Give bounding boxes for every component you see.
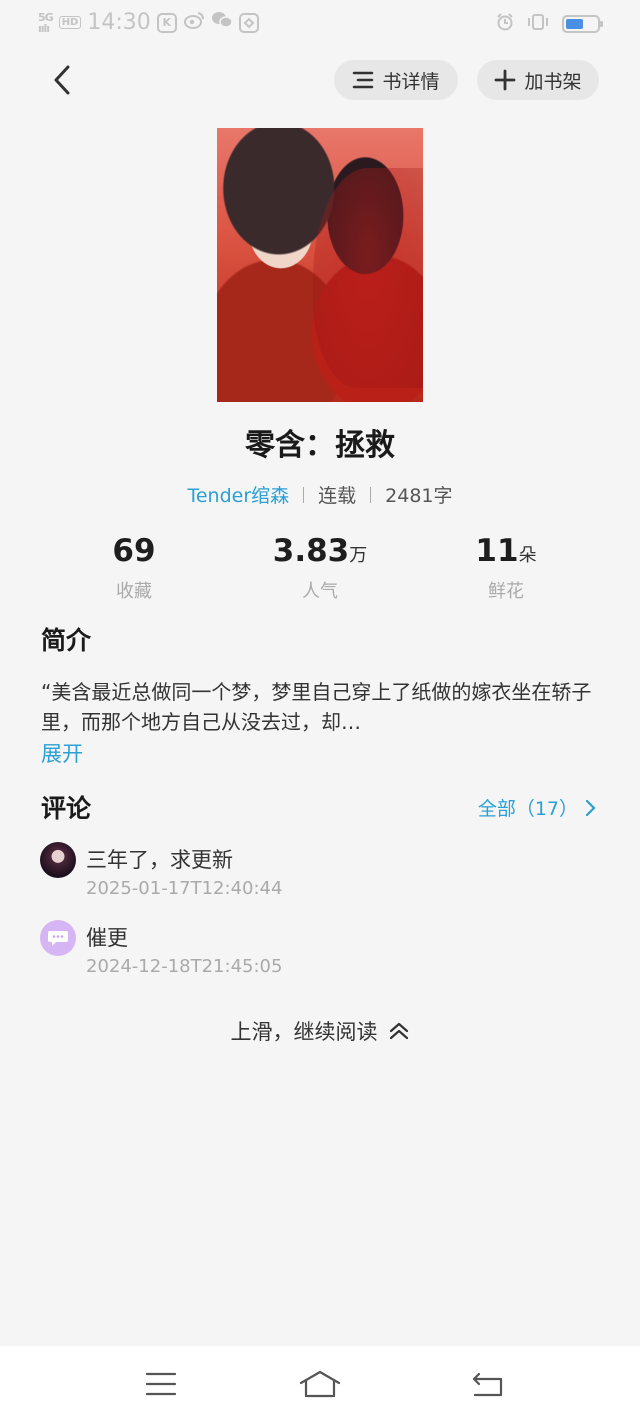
continue-reading-label: 上滑，继续阅读 [230,1020,378,1044]
plus-icon [495,69,516,91]
word-count: 2481字 [385,485,453,507]
divider [303,486,305,503]
status-time: 14:30 [87,10,151,35]
app-icon [238,12,259,33]
add-to-shelf-label: 加书架 [524,70,582,93]
comment-text: 催更 [86,926,128,950]
stat-label: 收藏 [116,581,152,602]
signal-icon: 5G ıılı [38,10,54,35]
status-left: 5G ıılı HD 14:30 K [38,10,259,35]
chevron-right-icon [585,799,596,816]
book-title: 零含：拯救 [245,428,395,463]
vibrate-icon [526,13,550,35]
chevron-left-icon [54,65,70,95]
expand-link[interactable]: 展开 [41,738,83,768]
recent-apps-button[interactable] [131,1364,191,1404]
book-details-button[interactable]: 书详情 [334,60,458,100]
avatar[interactable] [40,842,76,878]
book-details-label: 书详情 [382,70,440,93]
add-to-shelf-button[interactable]: 加书架 [477,60,599,100]
intro-text: “美含最近总做同一个梦，梦里自己穿上了纸做的嫁衣坐在轿子里，而那个地方自己从没去… [41,680,592,734]
intro-heading: 简介 [41,626,92,655]
battery-icon [562,15,603,33]
menu-icon [145,1372,177,1396]
comment-time: 2025-01-17T12:40:44 [86,878,283,899]
all-comments-label: 全部（17） [477,798,578,820]
back-button[interactable] [40,58,84,102]
stat-value: 11朵 [475,533,537,569]
back-arrow-icon [472,1372,503,1397]
stat-label: 人气 [302,581,338,602]
battery-fill [566,19,583,29]
stat-popularity: 3.83万 人气 [230,532,410,603]
comments-heading: 评论 [41,794,92,823]
stat-favorites: 69 收藏 [44,532,224,603]
comment-time: 2024-12-18T21:45:05 [86,956,283,977]
continue-reading-prompt[interactable]: 上滑，继续阅读 [0,1016,640,1046]
hd-badge: HD [58,16,82,29]
comment-text: 三年了，求更新 [86,848,233,872]
all-comments-link[interactable]: 全部（17） [478,794,596,821]
avatar[interactable] [40,920,76,956]
status-right [496,13,603,35]
serial-status: 连载 [318,485,357,507]
comment-item[interactable]: 催更 2024-12-18T21:45:05 [40,920,600,984]
system-back-button[interactable] [458,1364,518,1404]
home-icon [299,1370,341,1398]
alarm-icon [496,13,514,35]
author-link[interactable]: Tender绾森 [187,481,289,508]
cover-veil [313,168,423,388]
weibo-icon [183,11,205,34]
status-bar: 5G ıılı HD 14:30 K [0,0,640,50]
stat-flowers: 11朵 鲜花 [416,532,596,603]
wechat-icon [211,11,233,34]
system-nav-bar [0,1346,640,1422]
chat-bubble-icon [48,931,68,946]
stat-value: 69 [112,533,156,569]
book-stats: 69 收藏 3.83万 人气 11朵 鲜花 [0,532,640,602]
list-icon [353,71,374,89]
stat-label: 鲜花 [488,581,524,602]
stat-value: 3.83万 [272,533,368,569]
home-button[interactable] [290,1364,350,1404]
divider [370,486,372,503]
book-meta: Tender绾森 连载 2481字 [0,481,640,508]
app-k-icon: K [156,12,177,33]
double-chevron-up-icon [389,1022,408,1040]
comment-item[interactable]: 三年了，求更新 2025-01-17T12:40:44 [40,842,600,906]
book-cover[interactable] [217,128,423,402]
